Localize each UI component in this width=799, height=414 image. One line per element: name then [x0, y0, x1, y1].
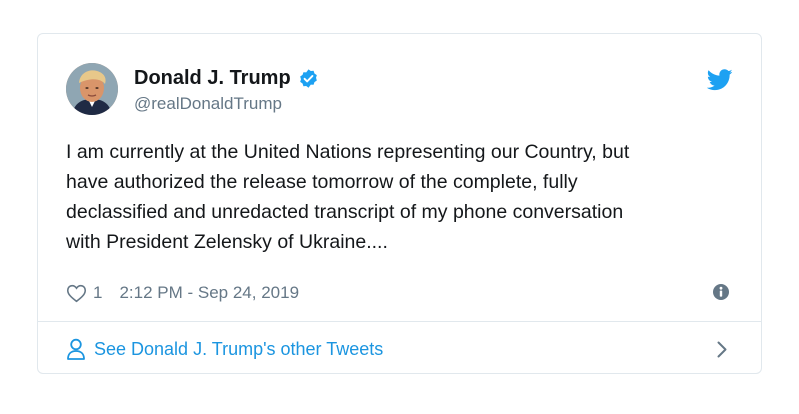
divider — [38, 321, 761, 322]
tweet-card: Donald J. Trump @realDonaldTrump I am cu… — [37, 33, 762, 374]
person-icon — [66, 338, 86, 360]
tweet-text: I am currently at the United Nations rep… — [66, 141, 630, 253]
author-display-name[interactable]: Donald J. Trump — [134, 67, 291, 90]
other-tweets-link[interactable]: See Donald J. Trump's other Tweets — [66, 334, 733, 364]
chevron-right-icon[interactable] — [717, 341, 727, 358]
heart-icon[interactable] — [66, 283, 87, 303]
like-count[interactable]: 1 — [93, 283, 102, 303]
author-block[interactable]: Donald J. Trump @realDonaldTrump — [134, 65, 319, 114]
tweet-timestamp[interactable]: 2:12 PM - Sep 24, 2019 — [119, 283, 299, 303]
info-icon[interactable] — [712, 283, 730, 301]
verified-badge-icon — [298, 68, 319, 89]
other-tweets-label[interactable]: See Donald J. Trump's other Tweets — [94, 339, 383, 360]
author-handle[interactable]: @realDonaldTrump — [134, 94, 319, 114]
tweet-header: Donald J. Trump @realDonaldTrump — [66, 63, 733, 119]
twitter-bird-icon[interactable] — [706, 69, 733, 91]
tweet-meta: 1 2:12 PM - Sep 24, 2019 — [66, 281, 733, 305]
avatar[interactable] — [66, 63, 118, 115]
